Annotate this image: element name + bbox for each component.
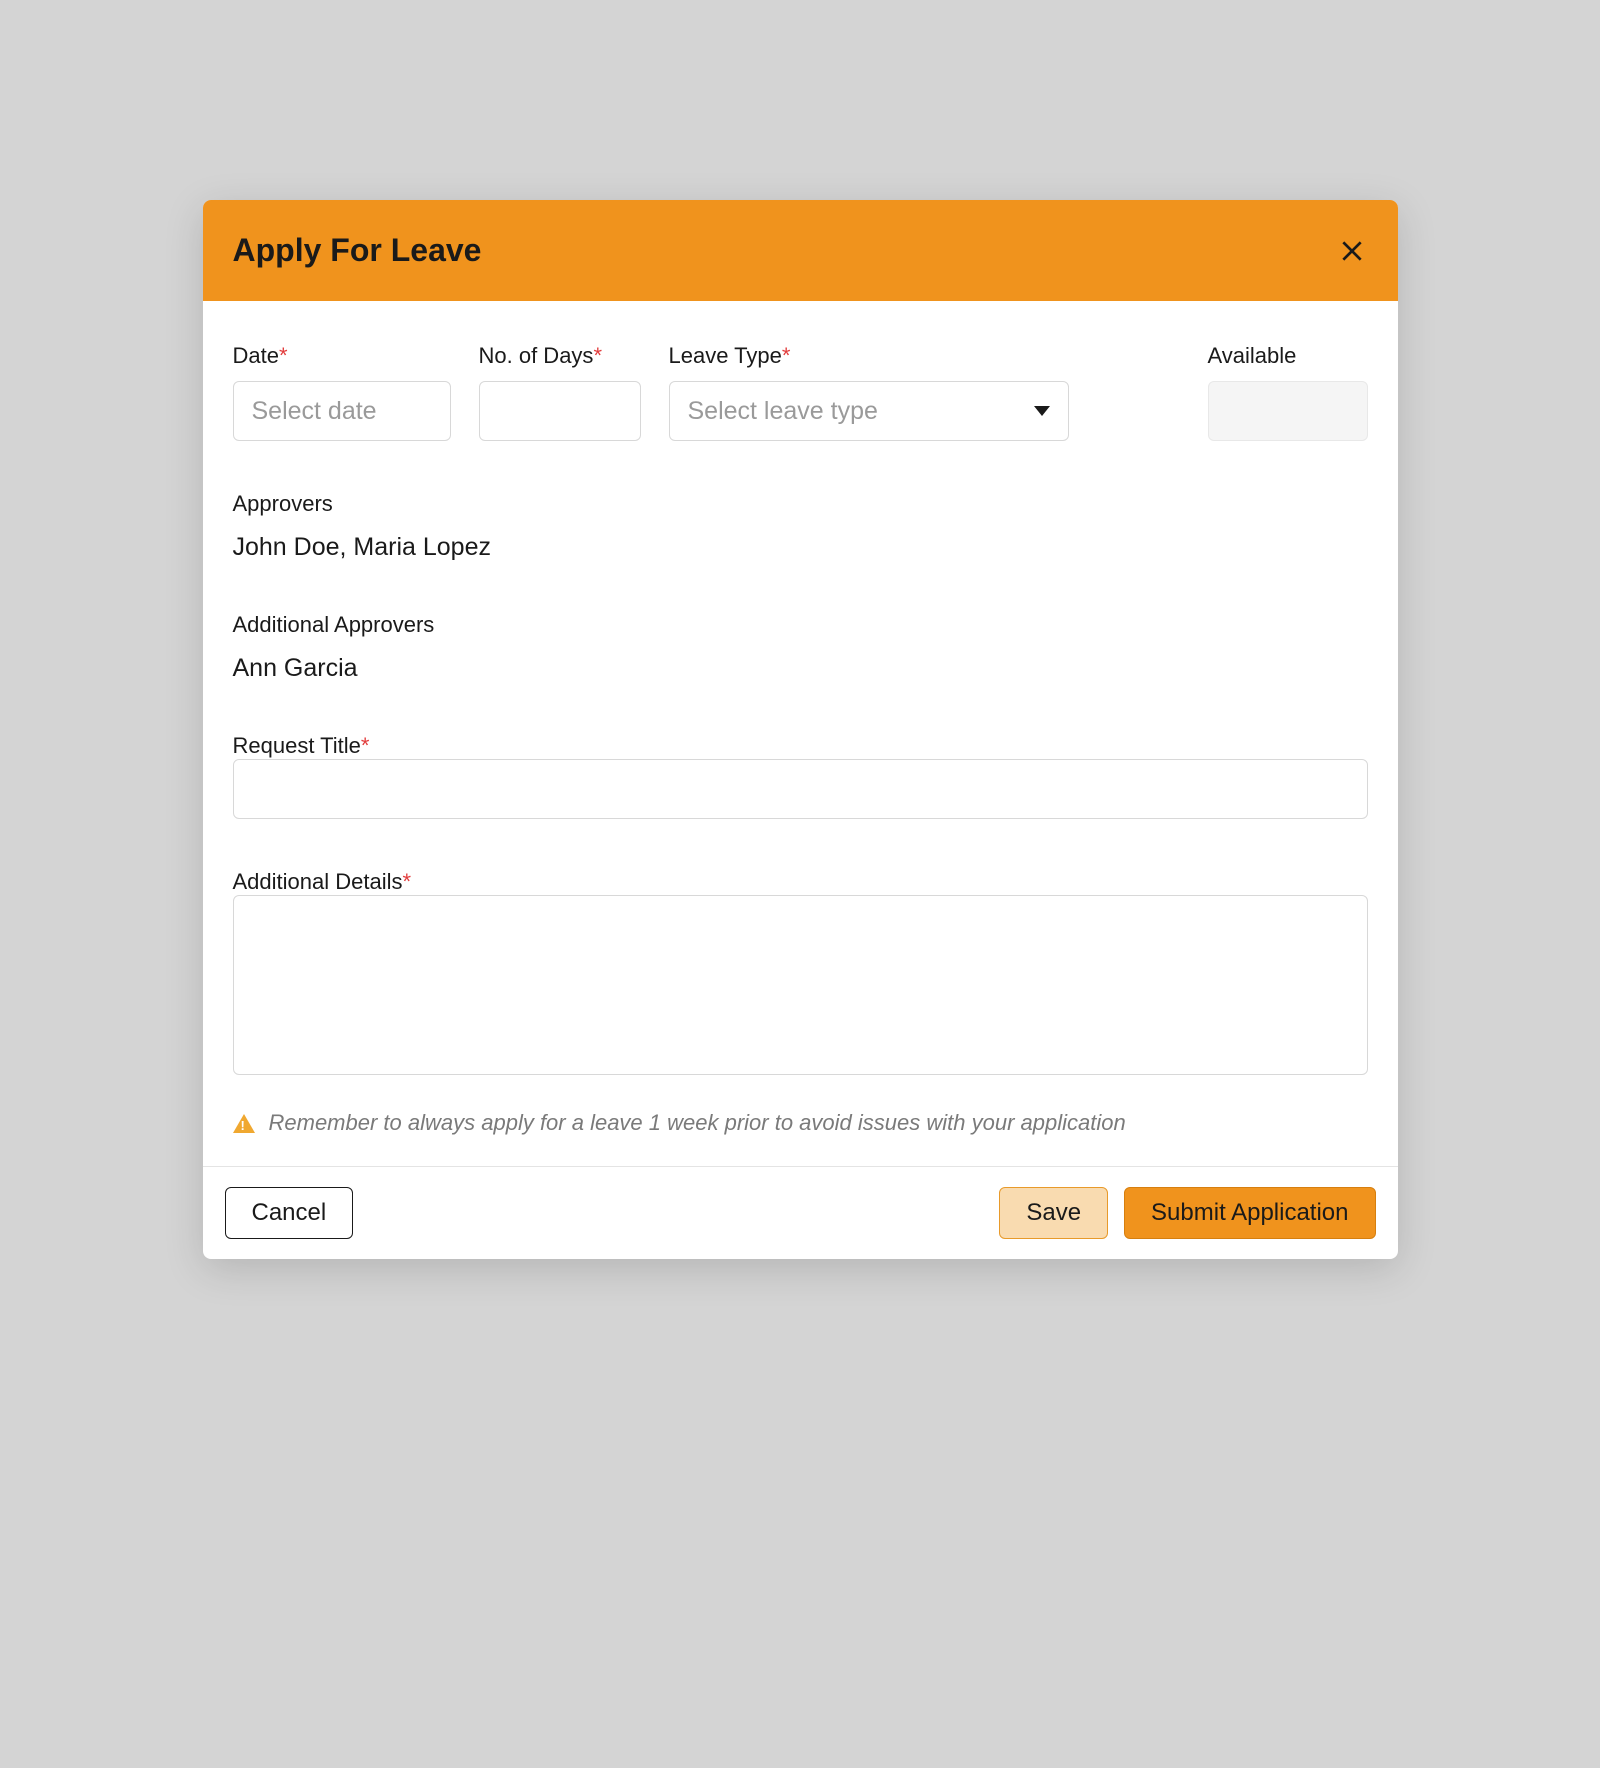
- days-group: No. of Days*: [479, 343, 641, 441]
- close-button[interactable]: [1336, 235, 1368, 267]
- additional-approvers-section: Additional Approvers Ann Garcia: [233, 612, 1368, 683]
- form-row-top: Date* No. of Days* Leave Type* Select le…: [233, 343, 1368, 441]
- additional-approvers-label: Additional Approvers: [233, 612, 1368, 638]
- available-label: Available: [1208, 343, 1368, 369]
- submit-button[interactable]: Submit Application: [1124, 1187, 1375, 1239]
- required-mark: *: [361, 733, 370, 758]
- save-button[interactable]: Save: [999, 1187, 1108, 1239]
- additional-approvers-value: Ann Garcia: [233, 654, 1368, 683]
- approvers-section: Approvers John Doe, Maria Lopez: [233, 491, 1368, 562]
- leave-type-select[interactable]: Select leave type: [669, 381, 1069, 441]
- approvers-value: John Doe, Maria Lopez: [233, 533, 1368, 562]
- date-group: Date*: [233, 343, 451, 441]
- modal-body: Date* No. of Days* Leave Type* Select le…: [203, 301, 1398, 1166]
- date-input[interactable]: [233, 381, 451, 441]
- required-mark: *: [279, 343, 288, 368]
- close-icon: [1339, 238, 1365, 264]
- leave-type-select-wrapper: Select leave type: [669, 381, 1069, 441]
- apply-leave-modal: Apply For Leave Date* No. of Days* Leave…: [203, 200, 1398, 1259]
- notice-text: Remember to always apply for a leave 1 w…: [269, 1110, 1126, 1136]
- leave-type-placeholder: Select leave type: [688, 397, 878, 426]
- notice: Remember to always apply for a leave 1 w…: [233, 1110, 1368, 1136]
- required-mark: *: [402, 869, 411, 894]
- cancel-button[interactable]: Cancel: [225, 1187, 354, 1239]
- leave-type-label: Leave Type*: [669, 343, 1069, 369]
- available-group: Available: [1208, 343, 1368, 441]
- days-input[interactable]: [479, 381, 641, 441]
- warning-icon: [233, 1114, 255, 1133]
- additional-details-textarea[interactable]: [233, 895, 1368, 1075]
- additional-details-section: Additional Details*: [233, 869, 1368, 1080]
- modal-header: Apply For Leave: [203, 200, 1398, 301]
- additional-details-label: Additional Details*: [233, 869, 412, 894]
- chevron-down-icon: [1034, 406, 1050, 416]
- modal-footer: Cancel Save Submit Application: [203, 1166, 1398, 1259]
- date-label: Date*: [233, 343, 451, 369]
- required-mark: *: [782, 343, 791, 368]
- request-title-label: Request Title*: [233, 733, 370, 758]
- request-title-input[interactable]: [233, 759, 1368, 819]
- request-title-section: Request Title*: [233, 733, 1368, 819]
- available-input: [1208, 381, 1368, 441]
- modal-title: Apply For Leave: [233, 232, 482, 269]
- days-label: No. of Days*: [479, 343, 641, 369]
- approvers-label: Approvers: [233, 491, 1368, 517]
- leave-type-group: Leave Type* Select leave type: [669, 343, 1069, 441]
- required-mark: *: [593, 343, 602, 368]
